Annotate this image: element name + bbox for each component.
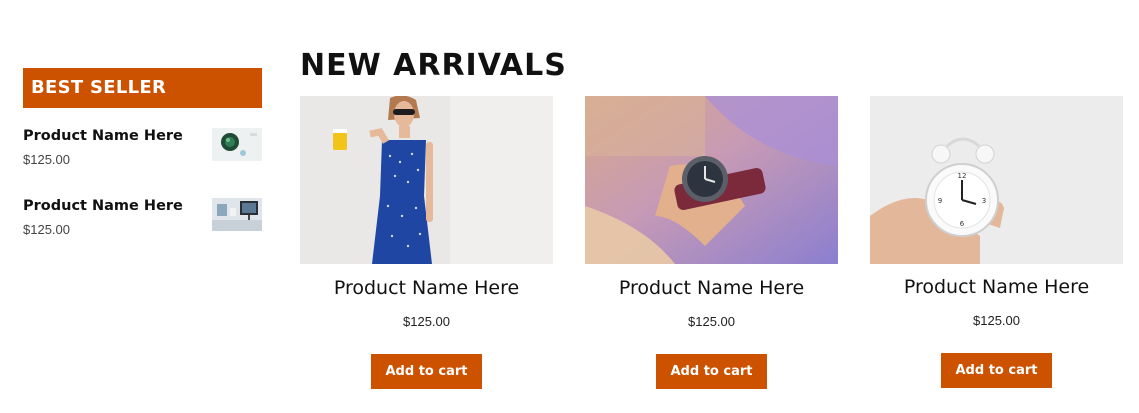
alarm-clock-photo[interactable]: 12 3 6 9: [870, 96, 1123, 264]
product-price: $125.00: [688, 314, 735, 329]
best-seller-item-name[interactable]: Product Name Here: [23, 128, 183, 144]
product-card: Product Name Here $125.00 Add to cart: [300, 96, 553, 396]
product-price: $125.00: [403, 314, 450, 329]
product-name[interactable]: Product Name Here: [300, 277, 553, 299]
best-seller-item-name[interactable]: Product Name Here: [23, 198, 183, 214]
new-arrivals-title: NEW ARRIVALS: [300, 48, 567, 83]
best-seller-item[interactable]: Product Name Here $125.00: [23, 128, 262, 168]
best-seller-item-price: $125.00: [23, 152, 70, 167]
product-name[interactable]: Product Name Here: [585, 277, 838, 299]
svg-text:9: 9: [938, 197, 942, 205]
add-to-cart-button[interactable]: Add to cart: [656, 354, 767, 389]
product-card: Product Name Here $125.00 Add to cart: [585, 96, 838, 396]
best-seller-item[interactable]: Product Name Here $125.00: [23, 198, 262, 238]
wristwatch-photo[interactable]: [585, 96, 838, 264]
office-monitor-thumbnail[interactable]: [212, 198, 262, 231]
svg-text:3: 3: [982, 197, 986, 205]
svg-text:12: 12: [958, 172, 967, 180]
svg-text:6: 6: [960, 220, 965, 228]
product-name[interactable]: Product Name Here: [870, 276, 1123, 298]
add-to-cart-button[interactable]: Add to cart: [941, 353, 1052, 388]
product-card: 12 3 6 9 Product Name Here $125.00 Add to c…: [870, 96, 1123, 396]
best-seller-title: BEST SELLER: [23, 68, 262, 108]
add-to-cart-button[interactable]: Add to cart: [371, 354, 482, 389]
best-seller-item-price: $125.00: [23, 222, 70, 237]
plant-desk-thumbnail[interactable]: [212, 128, 262, 161]
woman-blue-dress-photo[interactable]: [300, 96, 553, 264]
product-price: $125.00: [973, 313, 1020, 328]
